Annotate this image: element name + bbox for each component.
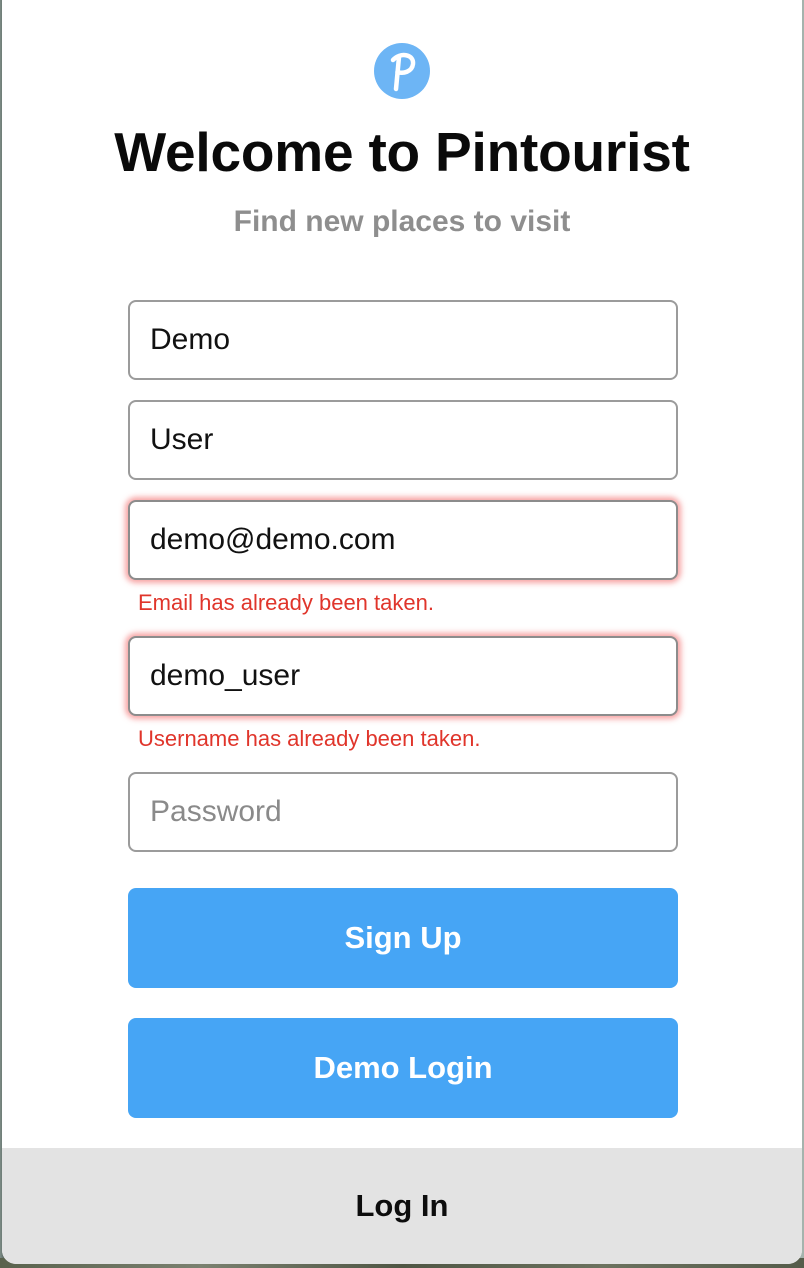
last-name-field[interactable]: [128, 400, 678, 480]
email-error-message: Email has already been taken.: [138, 590, 434, 615]
username-error-message: Username has already been taken.: [138, 726, 481, 751]
page-subtitle: Find new places to visit: [233, 205, 571, 238]
email-field[interactable]: [128, 500, 678, 580]
signup-modal: Welcome to Pintourist Find new places to…: [2, 0, 802, 1264]
first-name-field[interactable]: [128, 300, 678, 380]
page-title: Welcome to Pintourist: [114, 121, 690, 183]
log-in-label: Log In: [355, 1188, 449, 1223]
password-field[interactable]: [128, 772, 678, 852]
pintourist-logo-icon: [374, 43, 430, 99]
log-in-link[interactable]: Log In: [2, 1148, 802, 1264]
logo-p-glyph: [390, 52, 416, 92]
sign-up-button[interactable]: Sign Up: [128, 888, 678, 988]
demo-login-button[interactable]: Demo Login: [128, 1018, 678, 1118]
username-field[interactable]: [128, 636, 678, 716]
